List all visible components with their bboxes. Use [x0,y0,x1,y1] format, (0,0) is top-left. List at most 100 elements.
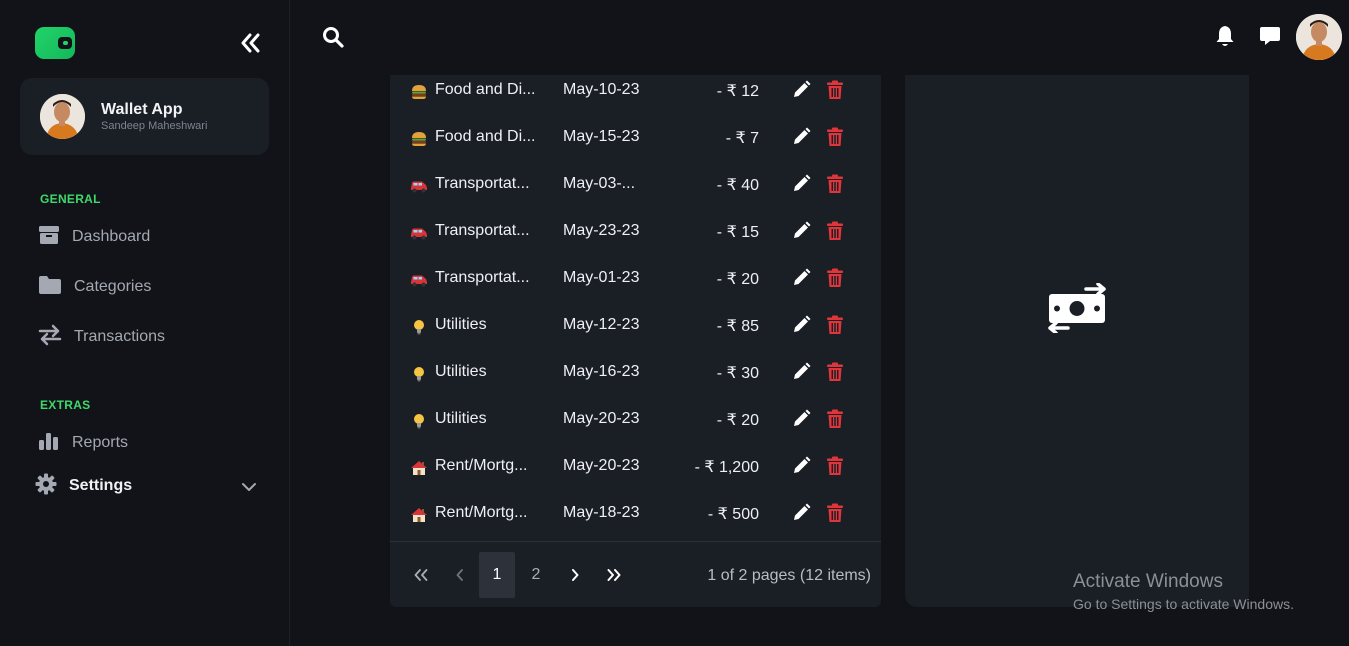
transactions-table: Food and Di... May-10-23 - ₹ 12 Food and Di… [390,75,881,607]
edit-pencil-icon[interactable] [791,80,811,105]
category-cell: Transportat... [435,175,530,192]
user-name: Sandeep Maheshwari [101,120,208,132]
burger-icon [410,83,428,101]
pagination-info: 1 of 2 pages (12 items) [707,567,871,584]
money-exchange-icon [1046,282,1108,338]
date-cell: May-10-23 [563,81,640,98]
amount-cell: - ₹ 1,200 [694,459,759,476]
delete-trash-icon[interactable] [826,362,844,387]
chevron-down-icon[interactable] [240,480,258,494]
amount-cell: - ₹ 7 [725,130,759,147]
edit-pencil-icon[interactable] [791,268,811,293]
page-button-1[interactable]: 1 [479,552,515,598]
car-icon [410,271,428,289]
category-cell: Food and Di... [435,81,536,98]
sidebar-item-reports[interactable]: Reports [38,428,128,458]
dashboard-icon [38,225,60,250]
pagination: 1 2 1 of 2 pages (12 items) [390,541,881,607]
category-cell: Utilities [435,363,487,380]
edit-pencil-icon[interactable] [791,221,811,246]
amount-cell: - ₹ 20 [716,271,759,288]
category-cell: Transportat... [435,222,530,239]
sidebar-item-label: Dashboard [72,228,151,245]
amount-cell: - ₹ 12 [716,83,759,100]
edit-pencil-icon[interactable] [791,503,811,528]
delete-trash-icon[interactable] [826,221,844,246]
delete-trash-icon[interactable] [826,315,844,340]
edit-pencil-icon[interactable] [791,315,811,340]
amount-cell: - ₹ 15 [716,224,759,241]
section-extras: EXTRAS [40,398,91,412]
date-cell: May-01-23 [563,269,640,286]
wallet-logo-icon[interactable] [35,27,75,59]
burger-icon [410,130,428,148]
amount-cell: - ₹ 30 [716,365,759,382]
car-icon [410,177,428,195]
bell-icon[interactable] [1214,24,1236,53]
table-row: Utilities May-16-23 - ₹ 30 [390,353,881,400]
sidebar-item-transactions[interactable]: Transactions [38,322,165,352]
date-cell: May-23-23 [563,222,640,239]
activate-windows-title: Activate Windows [1073,571,1223,592]
delete-trash-icon[interactable] [826,174,844,199]
delete-trash-icon[interactable] [826,268,844,293]
edit-pencil-icon[interactable] [791,174,811,199]
category-cell: Utilities [435,316,487,333]
sidebar-item-settings[interactable]: Settings [35,471,132,501]
date-cell: May-18-23 [563,504,640,521]
collapse-sidebar-icon[interactable] [237,30,263,56]
app-title: Wallet App [101,101,183,118]
table-row: Transportat... May-03-... - ₹ 40 [390,165,881,212]
delete-trash-icon[interactable] [826,409,844,434]
edit-pencil-icon[interactable] [791,456,811,481]
folder-icon [38,275,62,300]
date-cell: May-16-23 [563,363,640,380]
next-page-button[interactable] [557,552,593,598]
date-cell: May-15-23 [563,128,640,145]
category-cell: Utilities [435,410,487,427]
sidebar-item-label: Settings [69,477,133,494]
delete-trash-icon[interactable] [826,456,844,481]
category-cell: Food and Di... [435,128,536,145]
lightbulb-icon [410,365,428,383]
table-row: Rent/Mortg... May-20-23 - ₹ 1,200 [390,447,881,494]
user-avatar[interactable] [1296,14,1342,60]
table-row: Utilities May-12-23 - ₹ 85 [390,306,881,353]
sidebar-item-categories[interactable]: Categories [38,272,151,302]
search-icon[interactable] [322,26,344,53]
edit-pencil-icon[interactable] [791,362,811,387]
first-page-button[interactable] [403,552,439,598]
delete-trash-icon[interactable] [826,503,844,528]
sidebar-item-label: Transactions [74,328,165,345]
table-row: Rent/Mortg... May-18-23 - ₹ 500 [390,494,881,541]
date-cell: May-20-23 [563,457,640,474]
delete-trash-icon[interactable] [826,80,844,105]
table-row: Food and Di... May-15-23 - ₹ 7 [390,118,881,165]
table-row: Transportat... May-23-23 - ₹ 15 [390,212,881,259]
profile-card[interactable]: Wallet App Sandeep Maheshwari [20,78,269,155]
delete-trash-icon[interactable] [826,127,844,152]
sidebar-item-label: Reports [72,434,129,451]
edit-pencil-icon[interactable] [791,127,811,152]
chat-icon[interactable] [1259,24,1281,53]
prev-page-button[interactable] [442,552,478,598]
category-cell: Rent/Mortg... [435,457,528,474]
section-general: GENERAL [40,192,101,206]
avatar [40,94,85,139]
last-page-button[interactable] [596,552,632,598]
lightbulb-icon [410,412,428,430]
house-icon [410,506,428,524]
transfer-arrows-icon [38,324,62,351]
date-cell: May-12-23 [563,316,640,333]
gear-icon [35,473,57,500]
house-icon [410,459,428,477]
sidebar: Wallet App Sandeep Maheshwari GENERAL Da… [0,0,290,646]
page-button-2[interactable]: 2 [518,552,554,598]
amount-cell: - ₹ 85 [716,318,759,335]
lightbulb-icon [410,318,428,336]
edit-pencil-icon[interactable] [791,409,811,434]
sidebar-item-dashboard[interactable]: Dashboard [38,222,150,252]
activate-windows-subtitle: Go to Settings to activate Windows. [1073,596,1294,612]
category-cell: Transportat... [435,269,530,286]
date-cell: May-20-23 [563,410,640,427]
